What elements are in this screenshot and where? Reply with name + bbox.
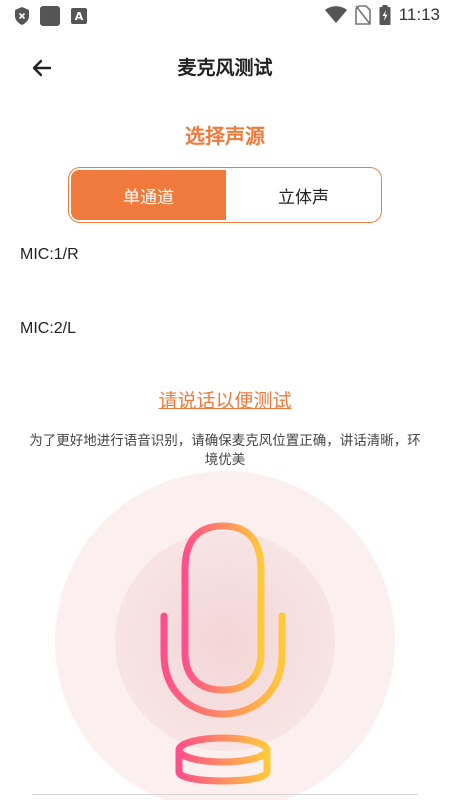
speak-to-test-link[interactable]: 请说话以便测试 [0, 386, 450, 413]
mic-channel-1-label: MIC:1/R [20, 246, 79, 263]
status-time: 11:13 [398, 5, 440, 24]
app-bar: 麦克风测试 [0, 40, 450, 96]
source-section-title: 选择声源 [185, 124, 265, 148]
microphone-illustration [46, 466, 404, 800]
bottom-divider [32, 794, 418, 795]
hint-text: 为了更好地进行语音识别，请确保麦克风位置正确，讲话清晰，环境优美 [29, 433, 421, 468]
source-segmented-control: 单通道 立体声 [68, 167, 382, 223]
battery-charging-icon [379, 5, 391, 25]
a-badge-icon: A [71, 8, 87, 24]
no-sim-icon [354, 5, 371, 25]
mic-channel-2-label: MIC:2/L [20, 320, 77, 337]
svg-text:A: A [75, 10, 84, 23]
page-title: 麦克风测试 [177, 57, 273, 79]
shield-x-icon [15, 7, 29, 25]
status-bar: A 11:13 [0, 0, 450, 32]
option-mono[interactable]: 单通道 [71, 170, 226, 220]
app-square-icon [40, 6, 60, 26]
wifi-icon [324, 6, 347, 23]
option-stereo[interactable]: 立体声 [226, 168, 381, 222]
